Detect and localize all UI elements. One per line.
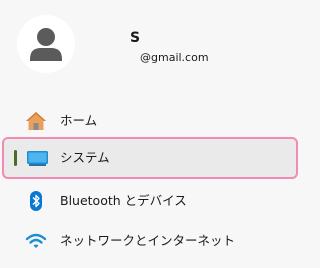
user-email: @gmail.com (140, 51, 209, 64)
network-icon (24, 230, 48, 252)
bluetooth-icon (24, 190, 48, 212)
sidebar-item-bluetooth[interactable]: Bluetooth とデバイス (6, 182, 293, 220)
user-name: S (130, 30, 141, 46)
sidebar-item-network[interactable]: ネットワークとインターネット (6, 222, 293, 260)
sidebar-item-label: Bluetooth とデバイス (60, 193, 187, 208)
sidebar-item-label: システム (60, 150, 110, 165)
selection-indicator (14, 150, 17, 166)
user-profile: S @gmail.com (0, 0, 302, 90)
avatar[interactable] (17, 15, 75, 73)
system-icon (26, 147, 50, 169)
user-icon (30, 28, 62, 61)
sidebar-item-label: ホーム (60, 113, 98, 128)
sidebar-item-home[interactable]: ホーム (6, 102, 293, 140)
home-icon (24, 110, 48, 132)
sidebar-item-label: ネットワークとインターネット (60, 233, 236, 248)
sidebar-item-system[interactable]: システム (2, 137, 298, 179)
